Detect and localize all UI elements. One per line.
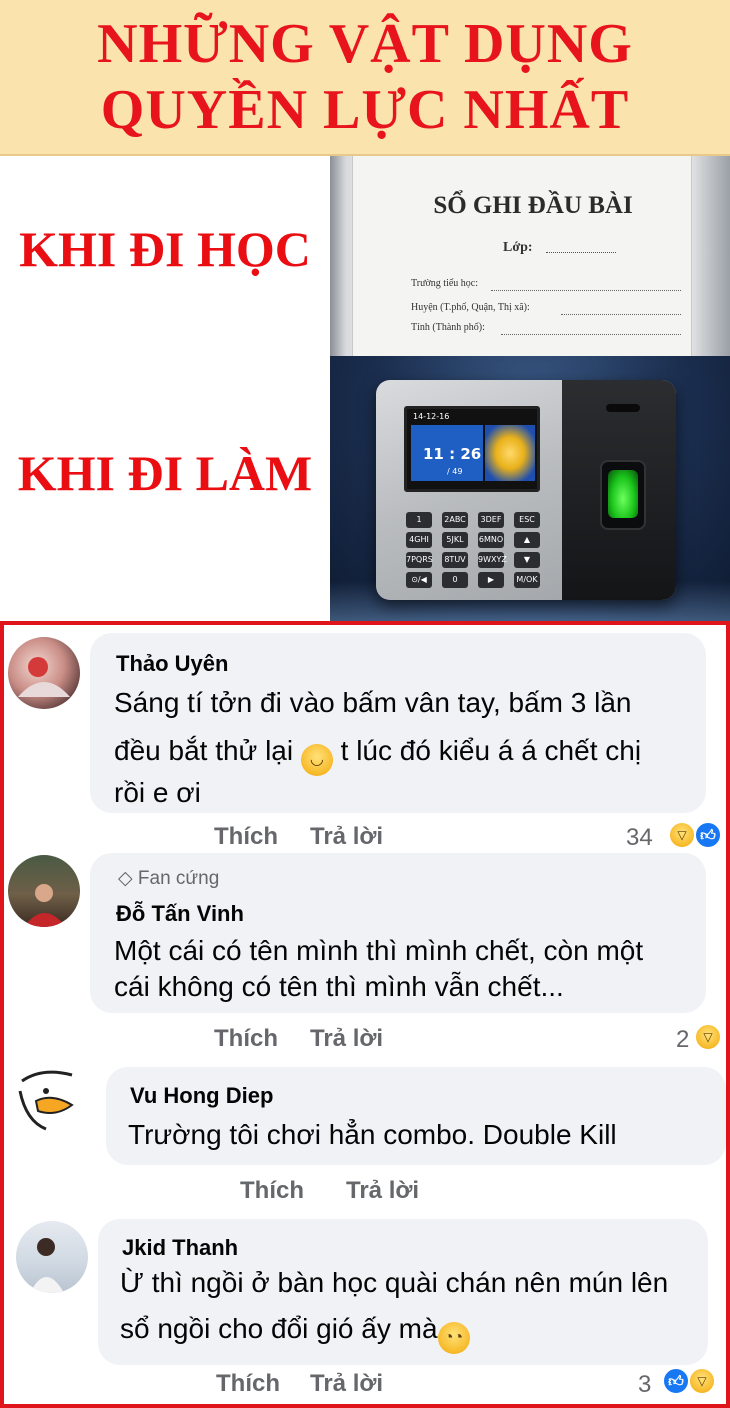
face-with-rolling-eyes-icon: ◔◔: [437, 1322, 470, 1354]
key: 7PQRS: [406, 552, 433, 568]
comment-text-segment: đều bắt thử lại: [114, 735, 294, 766]
avatar[interactable]: [12, 1061, 84, 1133]
key: ▶: [478, 572, 504, 588]
comment-author[interactable]: Thảo Uyên: [116, 651, 228, 677]
logbook-cover: SỔ GHI ĐẦU BÀI Lớp: Trường tiểu học: Huy…: [352, 156, 692, 356]
key: 2ABC: [442, 512, 468, 528]
key: 5JKL: [442, 532, 468, 548]
like-link[interactable]: Thích: [216, 1370, 280, 1398]
key: 3DEF: [478, 512, 504, 528]
duck-avatar-icon: [18, 1070, 74, 1131]
logbook-class-line: [546, 252, 616, 253]
comments-panel: Thảo Uyên Sáng tí tởn đi vào bấm vân tay…: [0, 621, 730, 1408]
key: ▲: [514, 532, 540, 548]
logbook-field-district: Huyện (T.phố, Quận, Thị xã):: [411, 302, 530, 313]
reaction-count[interactable]: 2: [676, 1026, 689, 1054]
comment-bubble: Vu Hong Diep Trường tôi chơi hẳn combo. …: [106, 1067, 726, 1165]
device-body: 14-12-16 11 : 26 / 49 1 2ABC 3DEF ESC 4G…: [376, 380, 676, 600]
fan-badge: ◇ Fan cứng: [118, 867, 219, 890]
key: 0: [442, 572, 468, 588]
logbook-field-school: Trường tiểu học:: [411, 278, 479, 289]
logbook-field-province: Tỉnh (Thành phố):: [411, 322, 485, 333]
logbook-field-line: [561, 314, 681, 315]
avatar[interactable]: [8, 637, 80, 709]
device-time: 11 : 26: [423, 445, 482, 463]
fingerprint-sensor-icon: [600, 460, 646, 530]
label-school: KHI ĐI HỌC: [19, 221, 311, 277]
device-card-slot: [606, 404, 640, 412]
class-logbook-photo: SỔ GHI ĐẦU BÀI Lớp: Trường tiểu học: Huy…: [330, 156, 730, 356]
device-sub: / 49: [447, 467, 463, 476]
haha-reaction-icon: ▽: [668, 821, 696, 849]
like-link[interactable]: Thích: [240, 1177, 304, 1205]
reply-link[interactable]: Trả lời: [310, 823, 383, 851]
comment-text-segment: t lúc đó kiểu á á chết chị: [340, 735, 642, 766]
avatar[interactable]: [8, 855, 80, 927]
comment-text-line: Ừ thì ngồi ở bàn học quài chán nên mún l…: [120, 1267, 669, 1298]
comment-text-line: rồi e ơi: [114, 777, 201, 808]
avatar-photo-icon: [24, 884, 66, 927]
title-banner: NHỮNG VẬT DỤNG QUYỀN LỰC NHẤT: [0, 0, 730, 156]
comment-text-line: đều bắt thử lại ◡ t lúc đó kiểu á á chết…: [114, 729, 641, 776]
reply-link[interactable]: Trả lời: [310, 1025, 383, 1053]
comment-author[interactable]: Đỗ Tấn Vinh: [116, 901, 244, 927]
reaction-count[interactable]: 3: [638, 1371, 651, 1399]
avatar-photo-icon: [30, 1238, 64, 1293]
reply-link[interactable]: Trả lời: [346, 1177, 419, 1205]
key: 8TUV: [442, 552, 468, 568]
comment-bubble: Jkid Thanh Ừ thì ngồi ở bàn học quài chá…: [98, 1219, 708, 1365]
device-date: 14-12-16: [413, 412, 450, 421]
comment-text-line: sổ ngồi cho đổi gió ấy mà ◔◔: [120, 1307, 470, 1354]
fingerprint-graphic-icon: [485, 425, 535, 481]
haha-reaction-icon: ▽: [694, 1023, 722, 1051]
key: M/OK: [514, 572, 540, 588]
logbook-title: SỔ GHI ĐẦU BÀI: [433, 192, 633, 219]
logbook-field-line: [491, 290, 681, 291]
fingerprint-time-clock-photo: 14-12-16 11 : 26 / 49 1 2ABC 3DEF ESC 4G…: [330, 356, 730, 621]
comment-bubble: ◇ Fan cứng Đỗ Tấn Vinh Một cái có tên mì…: [90, 853, 706, 1013]
avatar-illustration-icon: [18, 657, 70, 697]
comment-text-line: Sáng tí tởn đi vào bấm vân tay, bấm 3 lầ…: [114, 687, 632, 718]
comment-author[interactable]: Vu Hong Diep: [130, 1083, 273, 1109]
logbook-field-line: [501, 334, 681, 335]
like-link[interactable]: Thích: [214, 1025, 278, 1053]
reply-link[interactable]: Trả lời: [310, 1370, 383, 1398]
label-work: KHI ĐI LÀM: [17, 445, 313, 501]
logbook-class-label: Lớp:: [503, 240, 533, 255]
key: ESC: [514, 512, 540, 528]
fan-badge-label: Fan cứng: [137, 868, 220, 889]
key: 4GHI: [406, 532, 432, 548]
comment-author[interactable]: Jkid Thanh: [122, 1235, 238, 1261]
diamond-icon: ◇: [118, 868, 133, 889]
key: 1: [406, 512, 432, 528]
comment-text-line: Trường tôi chơi hẳn combo. Double Kill: [128, 1119, 617, 1150]
key: 9WXYZ: [478, 552, 507, 568]
reaction-count[interactable]: 34: [626, 824, 653, 852]
like-reaction-icon: 👍︎: [694, 821, 722, 849]
slightly-smiling-face-icon: ◡: [300, 744, 333, 776]
key: 6MNO: [478, 532, 504, 548]
key: ▼: [514, 552, 540, 568]
banner-title-line-1: NHỮNG VẬT DỤNG: [97, 13, 633, 75]
like-reaction-icon: 👍︎: [662, 1367, 690, 1395]
comment-text-segment: sổ ngồi cho đổi gió ấy mà: [120, 1313, 438, 1344]
sensor-green-light: [608, 470, 638, 518]
comment-bubble: Thảo Uyên Sáng tí tởn đi vào bấm vân tay…: [90, 633, 706, 813]
key: ⊙/◀: [406, 572, 432, 588]
avatar[interactable]: [16, 1221, 88, 1293]
haha-reaction-icon: ▽: [688, 1367, 716, 1395]
device-clock-panel: 11 : 26 / 49: [411, 425, 483, 481]
device-screen: 14-12-16 11 : 26 / 49: [404, 406, 540, 492]
banner-title-line-2: QUYỀN LỰC NHẤT: [100, 79, 630, 141]
comment-text-line: cái không có tên thì mình vẫn chết...: [114, 971, 564, 1002]
like-link[interactable]: Thích: [214, 823, 278, 851]
